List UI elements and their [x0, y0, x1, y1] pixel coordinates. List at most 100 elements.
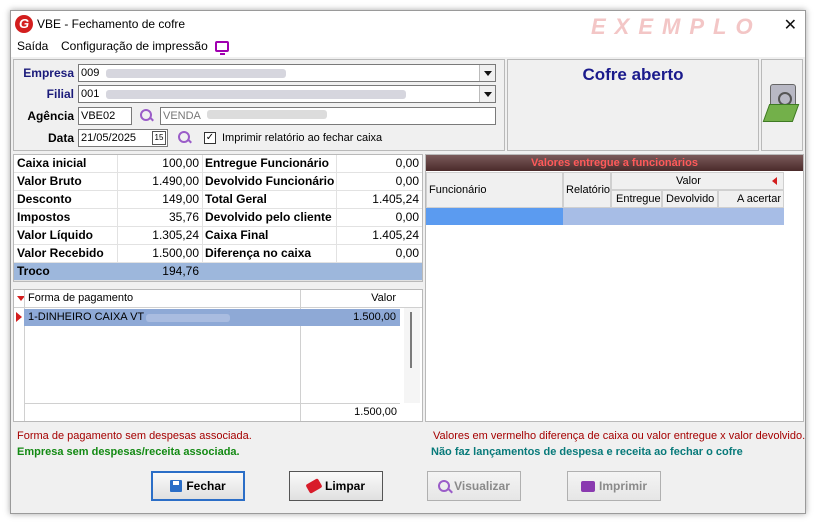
summary-label: Impostos [17, 210, 71, 224]
column-label: Devolvido [666, 193, 715, 205]
summary-label: Desconto [17, 192, 72, 206]
money-icon [762, 104, 800, 122]
message-diferenca: Valores em vermelho diferença de caixa o… [433, 430, 806, 442]
funcionarios-table[interactable]: Valores entregue a funcionários Funcioná… [425, 154, 804, 422]
column-label: Relatório [566, 184, 611, 196]
summary-value: 1.305,24 [152, 228, 199, 242]
table-row[interactable]: 1-DINHEIRO CAIXA VT 1.500,00 [24, 309, 400, 326]
search-icon [438, 480, 451, 492]
column-label: Valor [676, 175, 701, 187]
summary-value: 1.405,24 [372, 228, 419, 242]
search-icon[interactable] [178, 131, 192, 145]
summary-value: 149,00 [162, 192, 199, 206]
menu-configuracao-impressao[interactable]: Configuração de impressão [61, 39, 208, 53]
summary-value: 0,00 [395, 210, 419, 224]
status-panel: Cofre aberto [507, 59, 759, 151]
collapse-arrow-icon[interactable] [772, 177, 777, 185]
agencia-name-input[interactable]: VENDA [160, 107, 496, 125]
payment-table[interactable]: Forma de pagamento Valor 1-DINHEIRO CAIX… [13, 289, 423, 422]
app-logo-icon: G [15, 15, 33, 33]
vertical-scrollbar[interactable] [404, 308, 420, 403]
summary-row: Impostos 35,76 Devolvido pelo cliente 0,… [14, 209, 422, 227]
summary-label: Diferença no caixa [205, 246, 312, 260]
table-row[interactable] [426, 208, 784, 225]
payment-total: 1.500,00 [354, 406, 397, 418]
column-acertar[interactable]: A acertar [718, 190, 784, 208]
summary-row: Desconto 149,00 Total Geral 1.405,24 [14, 191, 422, 209]
summary-label: Devolvido Funcionário [205, 174, 335, 188]
redacted-text [207, 110, 328, 119]
column-entregue[interactable]: Entregue [611, 190, 662, 208]
payment-table-header: Forma de pagamento Valor [14, 290, 422, 308]
summary-value: 1.490,00 [152, 174, 199, 188]
eraser-icon [305, 478, 323, 494]
filial-select[interactable]: 001 [78, 85, 496, 103]
column-label: Funcionário [429, 184, 487, 196]
summary-label: Troco [17, 264, 50, 278]
cofre-status: Cofre aberto [582, 65, 684, 84]
menu-saida[interactable]: Saída [17, 39, 48, 53]
print-report-checkbox[interactable]: ✓ [204, 132, 216, 144]
imprimir-label: Imprimir [598, 479, 647, 493]
menu-bar: Saída Configuração de impressão [11, 37, 805, 57]
summary-row: Valor Recebido 1.500,00 Diferença no cai… [14, 245, 422, 263]
monitor-icon[interactable] [215, 41, 229, 55]
summary-label: Entregue Funcionário [205, 156, 330, 170]
chevron-down-icon[interactable] [479, 86, 495, 102]
fechar-label: Fechar [186, 479, 226, 493]
summary-value: 35,76 [168, 210, 199, 224]
column-group-valor[interactable]: Valor [611, 172, 784, 190]
summary-row: Valor Líquido 1.305,24 Caixa Final 1.405… [14, 227, 422, 245]
summary-label: Caixa Final [205, 228, 269, 242]
empresa-value: 009 [81, 67, 100, 79]
column-label: A acertar [737, 193, 782, 205]
agencia-label: Agência [27, 109, 74, 123]
column-forma-pagamento[interactable]: Forma de pagamento [28, 292, 133, 304]
redacted-text [146, 314, 230, 322]
payment-footer: 1.500,00 [24, 403, 400, 421]
summary-row: Valor Bruto 1.490,00 Devolvido Funcionár… [14, 173, 422, 191]
payment-value: 1.500,00 [353, 311, 396, 323]
summary-value: 100,00 [162, 156, 199, 170]
safe-button[interactable] [761, 59, 803, 151]
column-valor[interactable]: Valor [310, 292, 396, 304]
summary-label: Caixa inicial [17, 156, 87, 170]
column-relatorio[interactable]: Relatório [563, 172, 611, 208]
funcionarios-title: Valores entregue a funcionários [426, 155, 803, 171]
agencia-code-input[interactable]: VBE02 [78, 107, 132, 125]
agencia-name-value: VENDA [163, 110, 201, 122]
chevron-down-icon[interactable] [479, 65, 495, 81]
summary-value: 1.500,00 [152, 246, 199, 260]
message-empresa: Empresa sem despesas/receita associada. [17, 446, 240, 458]
summary-label: Total Geral [205, 192, 267, 206]
limpar-label: Limpar [324, 479, 365, 493]
redacted-text [106, 68, 287, 78]
imprimir-button[interactable]: Imprimir [567, 471, 661, 501]
visualizar-button[interactable]: Visualizar [427, 471, 521, 501]
filial-value: 001 [81, 88, 100, 100]
empresa-label: Empresa [23, 66, 74, 80]
summary-table: Caixa inicial 100,00 Entregue Funcionári… [13, 154, 423, 282]
summary-row-troco: Troco 194,76 [14, 263, 422, 281]
column-funcionario[interactable]: Funcionário [426, 172, 563, 208]
close-button[interactable]: ✕ [784, 15, 797, 35]
empresa-select[interactable]: 009 [78, 64, 496, 82]
redacted-text [106, 89, 407, 99]
date-value: 21/05/2025 [81, 132, 137, 144]
print-report-label: Imprimir relatório ao fechar caixa [222, 132, 383, 144]
fechar-button[interactable]: Fechar [151, 471, 245, 501]
search-icon[interactable] [140, 109, 154, 123]
summary-value: 0,00 [395, 246, 419, 260]
summary-label: Valor Bruto [17, 174, 82, 188]
visualizar-label: Visualizar [454, 479, 510, 493]
messages-area: Forma de pagamento sem despesas associad… [13, 424, 805, 464]
floppy-icon [170, 480, 183, 492]
column-devolvido[interactable]: Devolvido [662, 190, 718, 208]
current-row-icon [16, 312, 22, 322]
calendar-icon[interactable]: 15 [152, 131, 166, 145]
title-bar: G VBE - Fechamento de cofre EXEMPLO ✕ [11, 11, 805, 39]
limpar-button[interactable]: Limpar [289, 471, 383, 501]
summary-value: 0,00 [395, 156, 419, 170]
summary-value: 1.405,24 [372, 192, 419, 206]
window-title: VBE - Fechamento de cofre [37, 17, 186, 31]
